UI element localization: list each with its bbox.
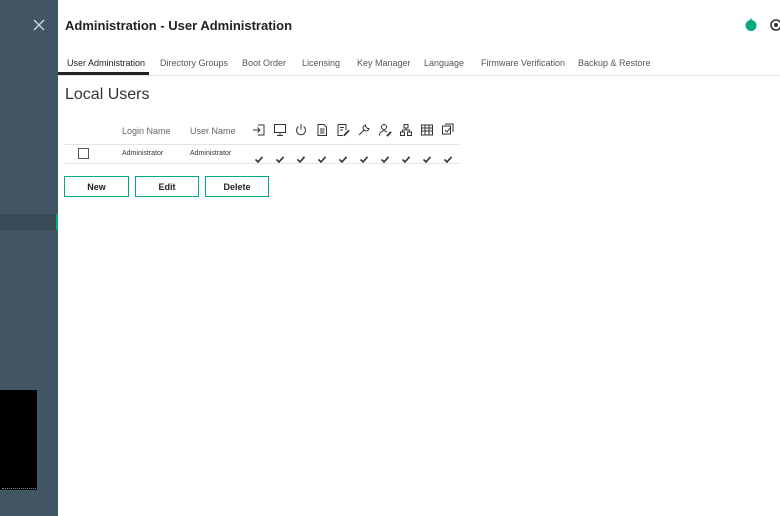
- main-panel: Administration - User Administration Use…: [58, 0, 780, 516]
- check-admin-accounts: [359, 150, 369, 164]
- admin-accounts-icon: [357, 123, 371, 137]
- recovery-set-icon: [441, 123, 455, 137]
- delete-button[interactable]: Delete: [205, 176, 269, 197]
- login-icon: [252, 123, 266, 137]
- check-remote-console: [275, 150, 285, 164]
- cell-user-name: Administrator: [190, 150, 232, 157]
- tab-user-administration[interactable]: User Administration: [67, 58, 145, 68]
- tab-boot-order[interactable]: Boot Order: [242, 58, 286, 68]
- virtual-media-icon: [315, 123, 329, 137]
- new-button[interactable]: New: [64, 176, 129, 197]
- check-login: [254, 150, 264, 164]
- sidebar-selected-item[interactable]: [0, 214, 58, 230]
- check-user-config: [380, 150, 390, 164]
- sidebar-video-preview[interactable]: [0, 390, 37, 490]
- page-title: Administration - User Administration: [65, 18, 293, 33]
- settings-icon[interactable]: [769, 18, 780, 32]
- column-header-user-name: User Name: [190, 126, 236, 136]
- section-title: Local Users: [65, 86, 150, 103]
- column-header-login-name: Login Name: [122, 126, 171, 136]
- config-settings-icon: [336, 123, 350, 137]
- tab-language[interactable]: Language: [424, 58, 464, 68]
- check-virtual-media: [317, 150, 327, 164]
- check-host-nic-config: [401, 150, 411, 164]
- power-icon: [294, 123, 308, 137]
- edit-button[interactable]: Edit: [135, 176, 199, 197]
- tab-bar: User Administration Directory Groups Boo…: [58, 50, 780, 76]
- tab-licensing[interactable]: Licensing: [302, 58, 340, 68]
- host-nic-config-icon: [399, 123, 413, 137]
- table-divider: [65, 163, 460, 164]
- tab-firmware-verification[interactable]: Firmware Verification: [481, 58, 565, 68]
- check-config-settings: [338, 150, 348, 164]
- host-storage-config-icon: [420, 123, 434, 137]
- check-host-storage-config: [422, 150, 432, 164]
- tab-directory-groups[interactable]: Directory Groups: [160, 58, 228, 68]
- cell-login-name: Administrator: [122, 150, 164, 157]
- health-status-icon[interactable]: [744, 18, 758, 32]
- remote-console-icon: [273, 123, 287, 137]
- row-select-checkbox[interactable]: [78, 148, 89, 159]
- sidebar-divider: [2, 488, 36, 492]
- check-recovery-set: [443, 150, 453, 164]
- sidebar: [0, 0, 58, 516]
- tab-key-manager[interactable]: Key Manager: [357, 58, 411, 68]
- tab-backup-restore[interactable]: Backup & Restore: [578, 58, 651, 68]
- user-config-icon: [378, 123, 392, 137]
- active-tab-indicator: [58, 72, 149, 75]
- close-icon[interactable]: [28, 14, 50, 36]
- table-divider: [65, 144, 460, 145]
- check-power: [296, 150, 306, 164]
